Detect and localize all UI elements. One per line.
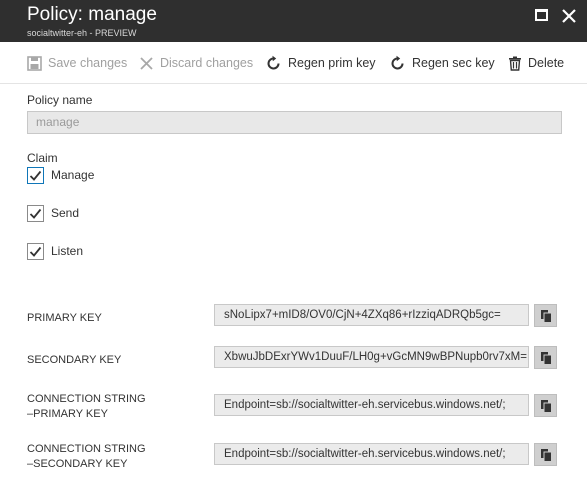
manage-checkbox-label: Manage bbox=[51, 168, 95, 182]
save-button[interactable]: Save changes bbox=[27, 53, 127, 73]
regen-prim-key-button[interactable]: Regen prim key bbox=[265, 53, 376, 73]
regen-prim-key-label: Regen prim key bbox=[288, 56, 376, 70]
regen-sec-key-button[interactable]: Regen sec key bbox=[389, 53, 495, 73]
conn-string-primary-label-line2: –PRIMARY KEY bbox=[27, 408, 108, 420]
refresh-icon bbox=[391, 55, 404, 69]
command-bar: Save changes Discard changes Regen prim … bbox=[0, 42, 587, 84]
listen-checkbox-label: Listen bbox=[51, 244, 84, 258]
claim-label: Claim bbox=[27, 151, 58, 165]
primary-key-field[interactable]: sNoLipx7+mID8/OV0/CjN+4ZXq86+rIzziqADRQb… bbox=[214, 304, 529, 326]
primary-key-label: PRIMARY KEY bbox=[27, 312, 102, 324]
send-checkbox-row[interactable]: Send bbox=[27, 204, 79, 222]
copy-icon bbox=[541, 400, 552, 413]
discard-button[interactable]: Discard changes bbox=[139, 53, 253, 73]
secondary-key-label: SECONDARY KEY bbox=[27, 354, 122, 366]
conn-string-secondary-label-line2: –SECONDARY KEY bbox=[27, 458, 128, 470]
policy-name-input[interactable]: manage bbox=[27, 111, 562, 134]
page-subtitle: socialtwitter-eh - PREVIEW bbox=[27, 28, 137, 38]
conn-string-secondary-label-line1: CONNECTION STRING bbox=[27, 443, 146, 455]
listen-checkbox[interactable] bbox=[27, 242, 44, 260]
conn-string-primary-label: CONNECTION STRING –PRIMARY KEY bbox=[27, 392, 146, 422]
policy-name-label: Policy name bbox=[27, 93, 93, 107]
conn-string-primary-field[interactable]: Endpoint=sb://socialtwitter-eh.servicebu… bbox=[214, 394, 529, 416]
checkmark-icon bbox=[29, 246, 42, 257]
discard-button-label: Discard changes bbox=[160, 56, 254, 70]
copy-primary-key-button[interactable] bbox=[534, 304, 557, 327]
copy-secondary-key-button[interactable] bbox=[534, 346, 557, 369]
close-icon[interactable] bbox=[559, 6, 579, 26]
blade-header: Policy: manage socialtwitter-eh - PREVIE… bbox=[0, 0, 587, 42]
copy-conn-string-primary-button[interactable] bbox=[534, 394, 557, 417]
copy-icon bbox=[541, 449, 552, 462]
secondary-key-field[interactable]: XbwuJbDExrYWv1DuuF/LH0g+vGcMN9wBPNupb0rv… bbox=[214, 346, 529, 368]
listen-checkbox-row[interactable]: Listen bbox=[27, 242, 83, 260]
delete-button-label: Delete bbox=[528, 56, 565, 70]
save-icon bbox=[27, 55, 42, 71]
checkmark-icon bbox=[29, 170, 42, 181]
x-icon bbox=[140, 56, 153, 70]
conn-string-primary-label-line1: CONNECTION STRING bbox=[27, 393, 146, 405]
trash-icon bbox=[509, 56, 521, 71]
save-button-label: Save changes bbox=[48, 56, 128, 70]
regen-sec-key-label: Regen sec key bbox=[412, 56, 495, 70]
send-checkbox-label: Send bbox=[51, 206, 80, 220]
checkmark-icon bbox=[29, 208, 42, 219]
refresh-icon bbox=[267, 55, 280, 69]
copy-icon bbox=[541, 310, 552, 323]
conn-string-secondary-field[interactable]: Endpoint=sb://socialtwitter-eh.servicebu… bbox=[214, 443, 529, 465]
manage-checkbox[interactable] bbox=[27, 166, 44, 184]
manage-checkbox-row[interactable]: Manage bbox=[27, 166, 94, 184]
page-title: Policy: manage bbox=[27, 4, 157, 25]
conn-string-secondary-label: CONNECTION STRING –SECONDARY KEY bbox=[27, 442, 146, 472]
copy-icon bbox=[541, 352, 552, 365]
copy-conn-string-secondary-button[interactable] bbox=[534, 443, 557, 466]
delete-button[interactable]: Delete bbox=[508, 53, 564, 73]
send-checkbox[interactable] bbox=[27, 204, 44, 222]
maximize-icon[interactable] bbox=[532, 6, 552, 26]
